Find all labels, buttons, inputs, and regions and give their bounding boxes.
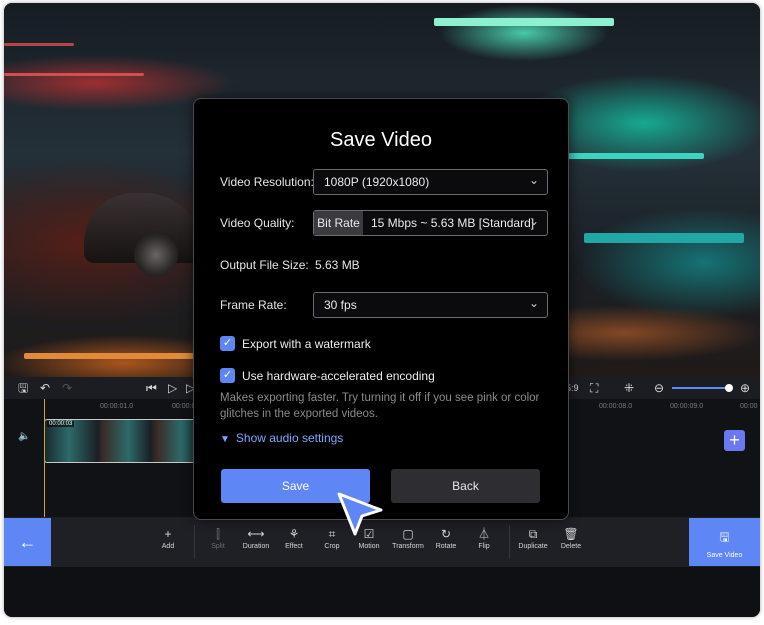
quality-label: Video Quality: bbox=[220, 216, 295, 230]
flip-button[interactable]: ⏃ Flip bbox=[461, 527, 507, 550]
playhead[interactable] bbox=[44, 399, 45, 517]
delete-label: Delete bbox=[560, 543, 582, 550]
undo-icon[interactable]: ↶ bbox=[40, 380, 50, 396]
back-button[interactable]: Back bbox=[391, 469, 540, 503]
chevron-down-icon: ⌄ bbox=[528, 173, 539, 187]
hwaccel-hint: Makes exporting faster. Try turning it o… bbox=[220, 392, 540, 420]
add-track-button[interactable]: + bbox=[724, 430, 745, 451]
snap-icon[interactable]: ⁜ bbox=[624, 380, 634, 396]
framerate-label: Frame Rate: bbox=[220, 298, 287, 312]
watermark-checkbox[interactable]: ✓ bbox=[220, 336, 235, 351]
chevron-down-icon: ▼ bbox=[220, 434, 230, 445]
app-footer bbox=[4, 567, 760, 617]
play-icon[interactable]: ▷ bbox=[168, 380, 177, 396]
save-video-label: Save Video bbox=[706, 552, 743, 559]
quality-mode-tag: Bit Rate bbox=[314, 211, 363, 235]
light-streak bbox=[584, 233, 744, 243]
save-video-dialog: Save Video Video Resolution: 1080P (1920… bbox=[193, 98, 569, 520]
zoom-out-icon[interactable]: ⊖ bbox=[654, 380, 664, 396]
filesize-value: 5.63 MB bbox=[315, 258, 360, 272]
fullscreen-icon[interactable]: ⛶ bbox=[590, 380, 598, 396]
show-audio-settings-link[interactable]: ▼ Show audio settings bbox=[220, 431, 343, 445]
light-streak bbox=[4, 43, 74, 46]
save-project-icon[interactable]: 🖫 bbox=[18, 380, 28, 396]
filesize-label: Output File Size: bbox=[220, 258, 309, 272]
back-arrow-button[interactable]: ← bbox=[4, 518, 51, 566]
clip-duration-label: 00:00:03 bbox=[47, 421, 75, 427]
quality-value: 15 Mbps ~ 5.63 MB [Standard] bbox=[371, 216, 535, 230]
redo-icon: ↷ bbox=[62, 381, 73, 395]
resolution-value: 1080P (1920x1080) bbox=[324, 175, 430, 189]
resolution-select[interactable]: 1080P (1920x1080) ⌄ bbox=[313, 169, 548, 195]
save-video-button[interactable]: 🖫 Save Video bbox=[689, 518, 760, 566]
audio-settings-label: Show audio settings bbox=[235, 431, 344, 445]
ruler-mark: 00:00:0 bbox=[172, 403, 196, 410]
add-button[interactable]: + Add bbox=[145, 527, 191, 550]
skip-back-icon[interactable]: ⏮ bbox=[146, 380, 157, 396]
pointer-cursor-icon bbox=[337, 492, 383, 536]
zoom-in-icon[interactable]: ⊕ bbox=[740, 380, 750, 396]
light-streak bbox=[24, 353, 194, 359]
light-streak bbox=[4, 73, 144, 76]
dialog-title: Save Video bbox=[330, 129, 432, 151]
delete-button[interactable]: 🗑 Delete bbox=[548, 527, 594, 550]
hwaccel-checkbox[interactable]: ✓ bbox=[220, 368, 235, 383]
framerate-select[interactable]: 30 fps ⌄ bbox=[313, 292, 548, 318]
ruler-mark: 00:00:09.0 bbox=[670, 403, 704, 410]
audio-speaker-icon[interactable]: 🔈 bbox=[18, 431, 30, 442]
chevron-down-icon: ⌄ bbox=[528, 214, 539, 228]
resolution-label: Video Resolution: bbox=[220, 175, 314, 189]
light-streak bbox=[564, 153, 704, 159]
ruler-mark: 00:00:08.0 bbox=[599, 403, 633, 410]
plus-icon: + bbox=[164, 527, 172, 541]
ruler-mark: 00:00 bbox=[740, 403, 758, 410]
chevron-down-icon: ⌄ bbox=[528, 296, 539, 310]
car-wheel bbox=[134, 233, 178, 277]
video-clip[interactable]: 00:00:03 bbox=[44, 419, 206, 463]
framerate-value: 30 fps bbox=[324, 298, 357, 312]
trash-icon: 🗑 bbox=[563, 527, 579, 541]
light-streak bbox=[434, 18, 614, 26]
watermark-label[interactable]: Export with a watermark bbox=[242, 337, 371, 351]
zoom-slider-track[interactable] bbox=[672, 387, 728, 389]
flip-label: Flip bbox=[478, 543, 490, 550]
add-label: Add bbox=[161, 543, 175, 550]
quality-select[interactable]: Bit Rate 15 Mbps ~ 5.63 MB [Standard] ⌄ bbox=[313, 210, 548, 236]
zoom-slider-handle[interactable] bbox=[725, 384, 733, 392]
flip-icon: ⏃ bbox=[477, 527, 490, 541]
save-icon: 🖫 bbox=[719, 530, 730, 544]
hwaccel-label[interactable]: Use hardware-accelerated encoding bbox=[242, 369, 435, 383]
ruler-mark: 00:00:01.0 bbox=[100, 403, 134, 410]
